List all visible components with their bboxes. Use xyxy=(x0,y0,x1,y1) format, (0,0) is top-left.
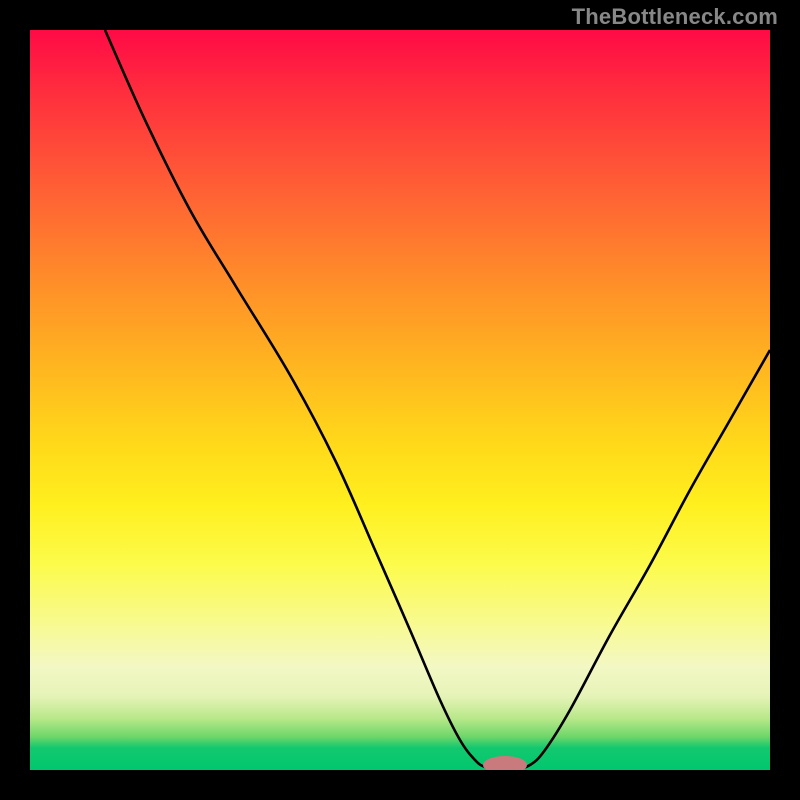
chart-frame: TheBottleneck.com xyxy=(0,0,800,800)
plot-area xyxy=(30,30,770,770)
bottleneck-curve xyxy=(105,30,770,769)
watermark-title: TheBottleneck.com xyxy=(572,4,778,30)
curve-layer xyxy=(30,30,770,770)
bottleneck-marker xyxy=(483,756,527,770)
